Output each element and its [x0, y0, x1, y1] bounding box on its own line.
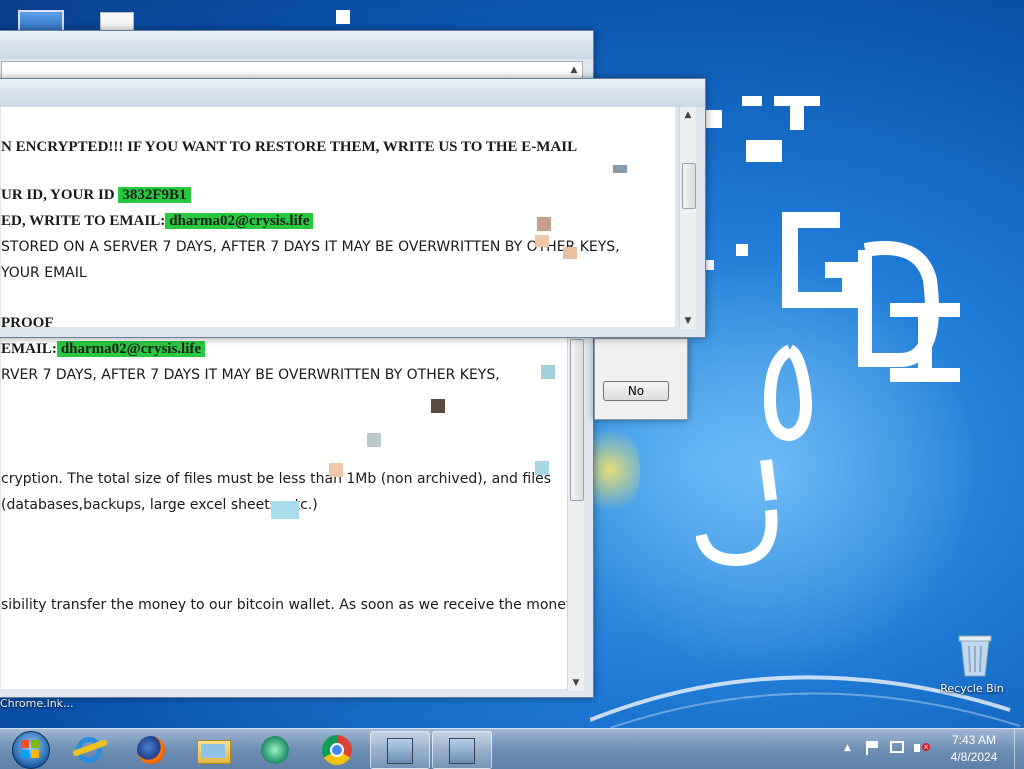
clock-date[interactable]: 4/8/2024 — [944, 750, 1004, 764]
taskbar: ▲ × 7:43 AM 4/8/2024 — [0, 728, 1024, 769]
windows-logo-icon — [21, 740, 39, 758]
contact-email: dharma02@crysis.life — [165, 213, 314, 229]
window-titlebar[interactable] — [0, 31, 593, 59]
recycle-bin-icon[interactable]: Recycle Bin — [940, 632, 1006, 698]
note-line: UR ID, YOUR ID 3832F9B1 — [1, 187, 191, 204]
taskbar-window-button[interactable] — [432, 731, 492, 769]
front-note-content: N ENCRYPTED!!! IF YOU WANT TO RESTORE TH… — [1, 107, 675, 327]
note-line: cryption. The total size of files must b… — [1, 471, 551, 487]
pixel-noise — [621, 107, 637, 115]
scrollbar-thumb[interactable] — [682, 163, 696, 209]
pixel-noise — [431, 399, 445, 413]
note-line: PROOF — [1, 315, 54, 327]
ransom-note-window-front[interactable]: N ENCRYPTED!!! IF YOU WANT TO RESTORE TH… — [0, 78, 706, 338]
pixel-noise — [329, 463, 343, 477]
chrome-icon[interactable] — [308, 731, 366, 767]
app-window-icon — [449, 738, 475, 764]
show-desktop-button[interactable] — [1014, 729, 1024, 769]
note-line: sibility transfer the money to our bitco… — [1, 597, 567, 613]
white-pixel-block — [336, 10, 350, 24]
pixel-noise — [563, 247, 577, 259]
app-window-icon — [387, 738, 413, 764]
pixel-noise — [535, 461, 549, 475]
firefox-icon[interactable] — [122, 731, 180, 767]
pixel-noise — [535, 235, 549, 247]
recycle-bin-label: Recycle Bin — [940, 682, 1004, 695]
pixel-noise — [271, 501, 299, 519]
note-line: RVER 7 DAYS, AFTER 7 DAYS IT MAY BE OVER… — [1, 367, 500, 383]
victim-id: 3832F9B1 — [118, 187, 191, 203]
volume-muted-icon[interactable]: × — [914, 741, 930, 755]
tray-overflow-arrow[interactable]: ▲ — [844, 743, 851, 753]
taskbar-window-button[interactable] — [370, 731, 430, 769]
no-button[interactable]: No — [603, 381, 669, 401]
pixel-noise — [537, 217, 551, 231]
scroll-up-arrow[interactable]: ▲ — [680, 107, 696, 123]
file-explorer-icon[interactable] — [184, 731, 242, 767]
scroll-down-arrow[interactable]: ▼ — [680, 313, 696, 329]
trash-icon — [958, 635, 992, 677]
note-line: YOUR EMAIL — [1, 265, 87, 281]
network-icon[interactable] — [890, 741, 904, 753]
scroll-down-arrow[interactable]: ▼ — [568, 675, 584, 691]
start-orb[interactable] — [6, 731, 54, 769]
confirm-dialog[interactable]: No — [594, 338, 688, 420]
note-line: EMAIL: dharma02@crysis.life — [1, 341, 206, 358]
note-line: ED, WRITE TO EMAIL: dharma02@crysis.life — [1, 213, 314, 230]
pixel-noise — [367, 433, 381, 447]
pixel-noise — [541, 365, 555, 379]
clock-time[interactable]: 7:43 AM — [944, 733, 1004, 747]
internet-explorer-icon[interactable] — [60, 731, 118, 767]
scroll-up-arrow[interactable]: ▲ — [566, 62, 582, 78]
chrome-shortcut-label[interactable]: Chrome.lnk... — [0, 697, 74, 710]
action-center-flag-icon[interactable] — [866, 741, 880, 755]
back-vertical-scrollbar[interactable]: ▼ — [567, 329, 584, 691]
window-titlebar[interactable] — [0, 79, 705, 107]
scrollbar-thumb[interactable] — [570, 339, 584, 501]
note-line: N ENCRYPTED!!! IF YOU WANT TO RESTORE TH… — [1, 139, 578, 155]
note-line: STORED ON A SERVER 7 DAYS, AFTER 7 DAYS … — [1, 239, 620, 255]
media-player-icon[interactable] — [246, 731, 304, 767]
pixel-noise — [613, 165, 627, 173]
front-vertical-scrollbar[interactable]: ▲ ▼ — [679, 107, 696, 329]
back-address-bar: ▲ — [1, 61, 583, 79]
